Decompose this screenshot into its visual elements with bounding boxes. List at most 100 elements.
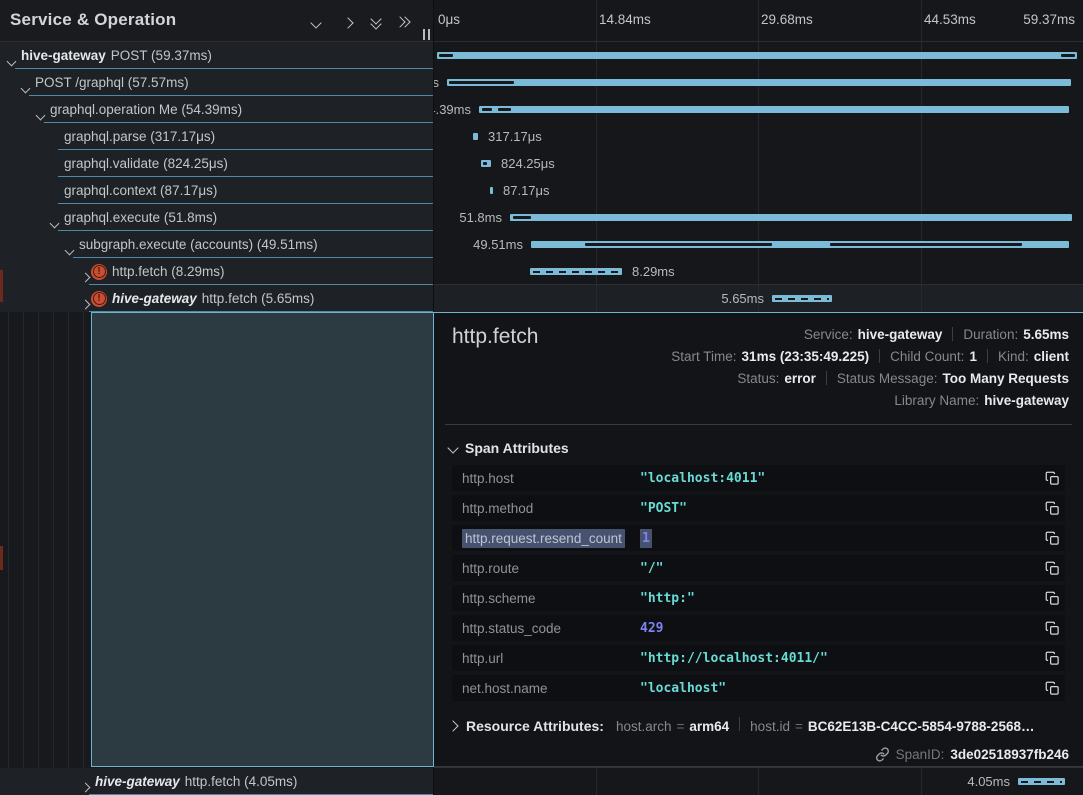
span-bar[interactable] — [1018, 778, 1065, 785]
copy-icon — [1045, 651, 1060, 666]
span-tree-row[interactable]: hive-gateway POST (59.37ms) — [0, 42, 434, 69]
attribute-value: "http:" — [640, 591, 1039, 606]
attribute-key: http.url — [452, 651, 640, 666]
collapse-one-icon[interactable] — [308, 14, 326, 30]
span-tree-row[interactable]: POST /graphql (57.57ms) — [0, 69, 434, 96]
meta-value: 1 — [969, 349, 977, 364]
copy-button[interactable] — [1039, 465, 1065, 491]
resource-attributes-toggle[interactable]: Resource Attributes: — [466, 718, 604, 734]
meta-separator — [739, 717, 740, 731]
copy-button[interactable] — [1039, 645, 1065, 671]
span-tree-row[interactable]: graphql.operation Me (54.39ms) — [0, 96, 434, 123]
row-border — [73, 257, 434, 258]
span-tree-row[interactable]: graphql.context (87.17μs) — [0, 177, 434, 204]
duration-label: 54.39ms — [434, 96, 471, 123]
span-id-label: SpanID: — [896, 747, 945, 762]
timeline-axis: 0μs14.84ms29.68ms44.53ms59.37ms — [434, 0, 1083, 42]
copy-button[interactable] — [1039, 615, 1065, 641]
span-bar[interactable] — [437, 52, 1077, 59]
span-id-row: SpanID: 3de02518937fb246 — [875, 747, 1069, 762]
meta-value: hive-gateway — [984, 393, 1069, 408]
duration-label: 49.51ms — [473, 231, 523, 258]
chevron-down-icon[interactable] — [51, 214, 58, 231]
span-detail-panel: http.fetch Service:hive-gatewayDuration:… — [434, 312, 1083, 767]
expand-all-icon[interactable] — [395, 14, 413, 30]
span-bar[interactable] — [772, 295, 832, 302]
span-tree-row[interactable]: hive-gatewayhttp.fetch (5.65ms) — [0, 285, 434, 312]
panel-resize-handle[interactable] — [421, 27, 433, 40]
span-tree-row[interactable]: http.fetch (8.29ms) — [0, 258, 434, 285]
span-attributes-table: http.host"localhost:4011" http.method"POS… — [452, 465, 1065, 705]
chevron-right-icon[interactable] — [82, 268, 89, 285]
span-name-duration: http.fetch (5.65ms) — [202, 291, 315, 306]
attribute-row: http.request.resend_count1 — [452, 525, 1065, 551]
chevron-right-icon[interactable] — [82, 295, 89, 312]
span-row-content: graphql.validate (824.25μs) — [64, 150, 228, 177]
child-span-marker — [439, 54, 453, 57]
span-tree-row[interactable]: hive-gatewayhttp.fetch (4.05ms) — [0, 768, 434, 795]
chevron-down-icon[interactable] — [8, 52, 15, 69]
child-span-marker — [498, 108, 511, 111]
minimap-error-marker — [0, 270, 3, 302]
span-attributes-toggle[interactable]: Span Attributes — [449, 440, 569, 456]
span-name-duration: graphql.validate (824.25μs) — [64, 156, 228, 171]
span-bar[interactable] — [530, 268, 622, 275]
error-icon — [91, 291, 107, 307]
chevron-down-icon[interactable] — [66, 241, 73, 258]
span-row-content: hive-gatewayhttp.fetch (4.05ms) — [95, 768, 297, 795]
copy-button[interactable] — [1039, 495, 1065, 521]
child-span-marker — [585, 243, 772, 246]
meta-value: 31ms (23:35:49.225) — [742, 349, 870, 364]
copy-button[interactable] — [1039, 525, 1065, 551]
span-bar[interactable] — [473, 133, 478, 140]
attribute-key: http.scheme — [452, 591, 640, 606]
expand-one-icon[interactable] — [340, 14, 358, 30]
resource-key: host.arch — [616, 719, 672, 734]
copy-button[interactable] — [1039, 585, 1065, 611]
collapse-all-icon[interactable] — [368, 14, 386, 30]
copy-button[interactable] — [1039, 555, 1065, 581]
timeline-row: 54.39ms — [434, 96, 1083, 123]
attribute-key: net.host.name — [452, 681, 640, 696]
attribute-key: http.method — [452, 501, 640, 516]
axis-tick-label: 29.68ms — [761, 12, 813, 27]
span-id-value: 3de02518937fb246 — [950, 747, 1069, 762]
link-icon — [875, 747, 890, 762]
span-bar[interactable] — [510, 214, 1072, 221]
duration-label: 51.8ms — [459, 204, 502, 231]
child-span-marker — [830, 243, 1022, 246]
span-row-content: graphql.execute (51.8ms) — [64, 204, 217, 231]
service-name: hive-gateway — [21, 48, 106, 63]
chevron-down-icon[interactable] — [22, 79, 29, 96]
copy-button[interactable] — [1039, 675, 1065, 701]
span-tree-row[interactable]: graphql.parse (317.17μs) — [0, 123, 434, 150]
span-bar[interactable] — [479, 106, 1069, 113]
attribute-row: http.host"localhost:4011" — [452, 465, 1065, 491]
span-row-content: hive-gatewayhttp.fetch (5.65ms) — [91, 285, 314, 312]
axis-tick-label: 14.84ms — [599, 12, 651, 27]
meta-value: client — [1034, 349, 1069, 364]
meta-line: Service:hive-gatewayDuration:5.65ms — [671, 323, 1069, 345]
detail-divider — [445, 424, 1072, 425]
meta-label: Kind: — [998, 349, 1029, 364]
span-name-duration: graphql.execute (51.8ms) — [64, 210, 217, 225]
equals-sign: = — [676, 719, 684, 734]
timeline-row — [434, 42, 1083, 69]
span-bar[interactable] — [490, 187, 493, 194]
span-tree-row[interactable]: graphql.validate (824.25μs) — [0, 150, 434, 177]
attribute-value: "POST" — [640, 501, 1039, 516]
row-border — [58, 203, 434, 204]
meta-label: Duration: — [963, 327, 1018, 342]
equals-sign: = — [795, 719, 803, 734]
chevron-right-icon[interactable] — [82, 778, 89, 795]
chevron-down-icon[interactable] — [37, 106, 44, 123]
span-name-duration: POST (59.37ms) — [111, 48, 212, 63]
meta-label: Child Count: — [890, 349, 964, 364]
span-tree-row[interactable]: subgraph.execute (accounts) (49.51ms) — [0, 231, 434, 258]
span-bar[interactable] — [447, 79, 1071, 86]
service-name: hive-gateway — [95, 774, 180, 789]
span-tree-row[interactable]: graphql.execute (51.8ms) — [0, 204, 434, 231]
copy-icon — [1045, 591, 1060, 606]
resource-attributes-row: Resource Attributes: host.arch=arm64host… — [449, 717, 1034, 734]
tree-header: Service & Operation — [0, 0, 434, 42]
